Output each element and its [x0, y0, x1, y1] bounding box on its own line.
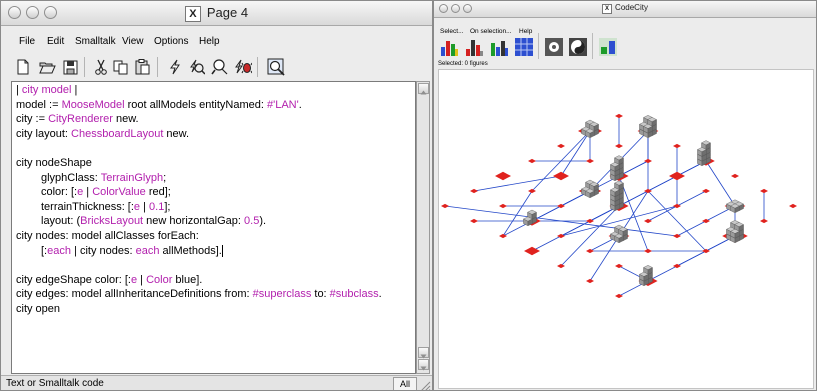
open-folder-icon[interactable]	[39, 60, 56, 74]
terrain-tile	[760, 218, 768, 224]
layout-icon[interactable]	[598, 37, 618, 57]
inheritance-edge	[705, 160, 736, 207]
toolbar-separator	[257, 57, 258, 77]
bar-chart-icon[interactable]	[464, 37, 484, 57]
inheritance-edge	[502, 190, 591, 237]
do-it-bolt-icon[interactable]	[168, 59, 182, 75]
text-cursor	[221, 244, 223, 257]
terrain-tile	[615, 113, 623, 119]
toolbar-separator	[157, 57, 158, 77]
terrain-tile	[673, 143, 681, 149]
save-disk-icon[interactable]	[63, 60, 78, 75]
settings-icon[interactable]	[544, 37, 564, 57]
terrain-tile	[553, 171, 569, 181]
terrain-tile	[644, 248, 652, 254]
toolbar-separator	[592, 33, 593, 59]
terrain-tile	[557, 143, 565, 149]
code-line: glyphClass: TerrainGlyph;	[41, 171, 167, 184]
selection-count-label: Selected: 0 figures	[438, 61, 488, 67]
codecity-window-title: X CodeCity	[434, 3, 816, 14]
code-line: city nodeShape	[16, 156, 92, 169]
menu-help[interactable]: Help	[199, 36, 220, 47]
code-line: terrainThickness: [:e | 0.1];	[41, 200, 171, 213]
codecity-window: X CodeCity Select... On selection... Help	[433, 0, 817, 391]
menu-options[interactable]: Options	[154, 36, 188, 47]
all-mode-button[interactable]: All	[393, 377, 417, 390]
inheritance-edge	[560, 130, 591, 177]
find-magnifier-icon[interactable]	[267, 58, 286, 76]
editor-status-bar: Text or Smalltalk code All	[1, 375, 432, 391]
terrain-tile	[528, 158, 536, 164]
cut-scissors-icon[interactable]	[94, 59, 108, 75]
inspect-magnifier-icon[interactable]	[211, 59, 229, 75]
terrain-tile	[789, 203, 797, 209]
menu-view[interactable]: View	[122, 36, 144, 47]
copy-icon[interactable]	[113, 60, 129, 75]
print-it-icon[interactable]	[188, 59, 205, 75]
menu-file[interactable]: File	[19, 36, 35, 47]
editor-window: X Page 4 File Edit Smalltalk View Options…	[0, 0, 433, 391]
terrain-tile	[760, 188, 768, 194]
x11-logo-icon: X	[184, 6, 201, 22]
bar-chart-icon[interactable]	[439, 37, 459, 57]
x11-logo-icon: X	[602, 4, 613, 14]
code-line: city open	[16, 302, 61, 315]
city-visualization[interactable]	[439, 70, 813, 388]
editor-window-title: X Page 4	[1, 5, 432, 22]
resize-grip-icon[interactable]	[419, 380, 431, 391]
code-line: color: [:e | ColorValue red];	[41, 186, 171, 199]
code-line: | city model |	[16, 84, 78, 96]
bar-chart-icon[interactable]	[489, 37, 509, 57]
toolbar-separator	[84, 57, 85, 77]
inheritance-edge	[531, 205, 620, 252]
menu-smalltalk[interactable]: Smalltalk	[75, 36, 116, 47]
terrain-tile	[528, 188, 536, 194]
new-page-icon[interactable]	[16, 59, 30, 75]
terrain-tile	[499, 203, 507, 209]
paste-icon[interactable]	[135, 59, 151, 75]
terrain-tile	[557, 263, 565, 269]
inheritance-edge	[647, 235, 736, 282]
scroll-down-arrow-icon[interactable]	[418, 347, 429, 359]
editor-toolbar	[1, 57, 432, 77]
terrain-tile	[470, 188, 478, 194]
editor-menu-bar: File Edit Smalltalk View Options Help	[1, 36, 432, 52]
terrain-tile	[586, 158, 594, 164]
editor-vertical-scrollbar[interactable]	[416, 81, 430, 374]
code-line: city nodes: model allClasses forEach:	[16, 229, 199, 242]
terrain-tile	[470, 218, 478, 224]
scroll-down-arrow-icon[interactable]	[418, 359, 429, 371]
code-line: city := CityRenderer new.	[16, 113, 139, 126]
codecity-menu-bar: Select... On selection... Help	[434, 18, 816, 35]
terrain-tile	[586, 278, 594, 284]
terrain-tile	[731, 173, 739, 179]
code-line: [:each | city nodes: each allMethods].	[41, 244, 223, 257]
terrain-tile	[615, 143, 623, 149]
code-editor[interactable]: | city model | model := MooseModel root a…	[11, 81, 416, 374]
terrain-tile	[495, 171, 511, 181]
toolbar-separator	[538, 33, 539, 59]
menu-edit[interactable]: Edit	[47, 36, 64, 47]
terrain-tile	[441, 203, 449, 209]
inheritance-edge	[589, 235, 620, 282]
inheritance-edge	[473, 175, 562, 192]
debug-bug-icon[interactable]	[234, 59, 252, 75]
code-line: model := MooseModel root allModels entit…	[16, 98, 302, 111]
codecity-title-bar[interactable]: X CodeCity	[434, 1, 816, 18]
editor-title-bar[interactable]: X Page 4	[1, 1, 432, 26]
status-text: Text or Smalltalk code	[6, 378, 104, 389]
code-line: city layout: ChessboardLayout new.	[16, 127, 190, 140]
yin-yang-icon[interactable]	[568, 37, 588, 57]
code-line: city edges: model allInheritanceDefiniti…	[16, 288, 382, 301]
scroll-up-arrow-icon[interactable]	[418, 83, 429, 95]
codecity-toolbar	[434, 33, 816, 59]
code-line: layout: (BricksLayout new horizontalGap:…	[41, 215, 267, 228]
grid-icon[interactable]	[514, 37, 534, 57]
code-line: city edgeShape color: [:e | Color blue].	[16, 273, 203, 286]
codecity-3d-canvas[interactable]	[438, 69, 814, 389]
